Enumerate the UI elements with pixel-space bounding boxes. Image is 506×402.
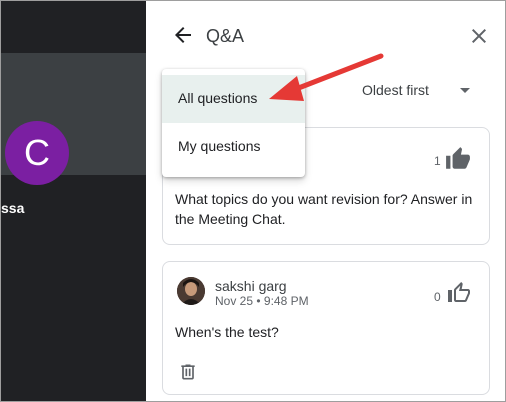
sort-dropdown[interactable]: Oldest first (362, 82, 429, 98)
question-filter-menu: All questions My questions (162, 69, 305, 177)
arrow-back-icon[interactable] (171, 23, 195, 47)
participant-tile[interactable]: C ssa (1, 53, 146, 216)
question-text-line: What topics do you want revision for? An… (175, 191, 473, 207)
close-icon[interactable] (467, 24, 491, 48)
question-author: sakshi garg (215, 278, 287, 294)
question-text-line: the Meeting Chat. (175, 211, 286, 227)
thumb-up-filled-icon[interactable] (445, 146, 471, 172)
menu-item-my-questions[interactable]: My questions (162, 123, 305, 171)
meeting-area: C ssa (1, 1, 146, 401)
menu-item-all-questions[interactable]: All questions (162, 75, 305, 123)
menu-item-label: My questions (178, 138, 261, 154)
question-time: Nov 25 • 9:48 PM (215, 294, 309, 308)
participant-name: ssa (1, 200, 25, 216)
trash-icon[interactable] (178, 361, 198, 383)
like-count: 1 (434, 154, 441, 168)
panel-title: Q&A (206, 26, 245, 46)
question-text: When's the test? (175, 324, 279, 340)
participant-avatar: C (5, 121, 69, 185)
like-count: 0 (434, 290, 441, 304)
caret-down-icon[interactable] (460, 88, 470, 93)
menu-item-label: All questions (178, 90, 258, 106)
thumb-up-outline-icon[interactable] (447, 281, 471, 305)
avatar (177, 277, 205, 305)
screenshot-frame: C ssa Q&A Oldest first 1 What topics do … (0, 0, 506, 402)
